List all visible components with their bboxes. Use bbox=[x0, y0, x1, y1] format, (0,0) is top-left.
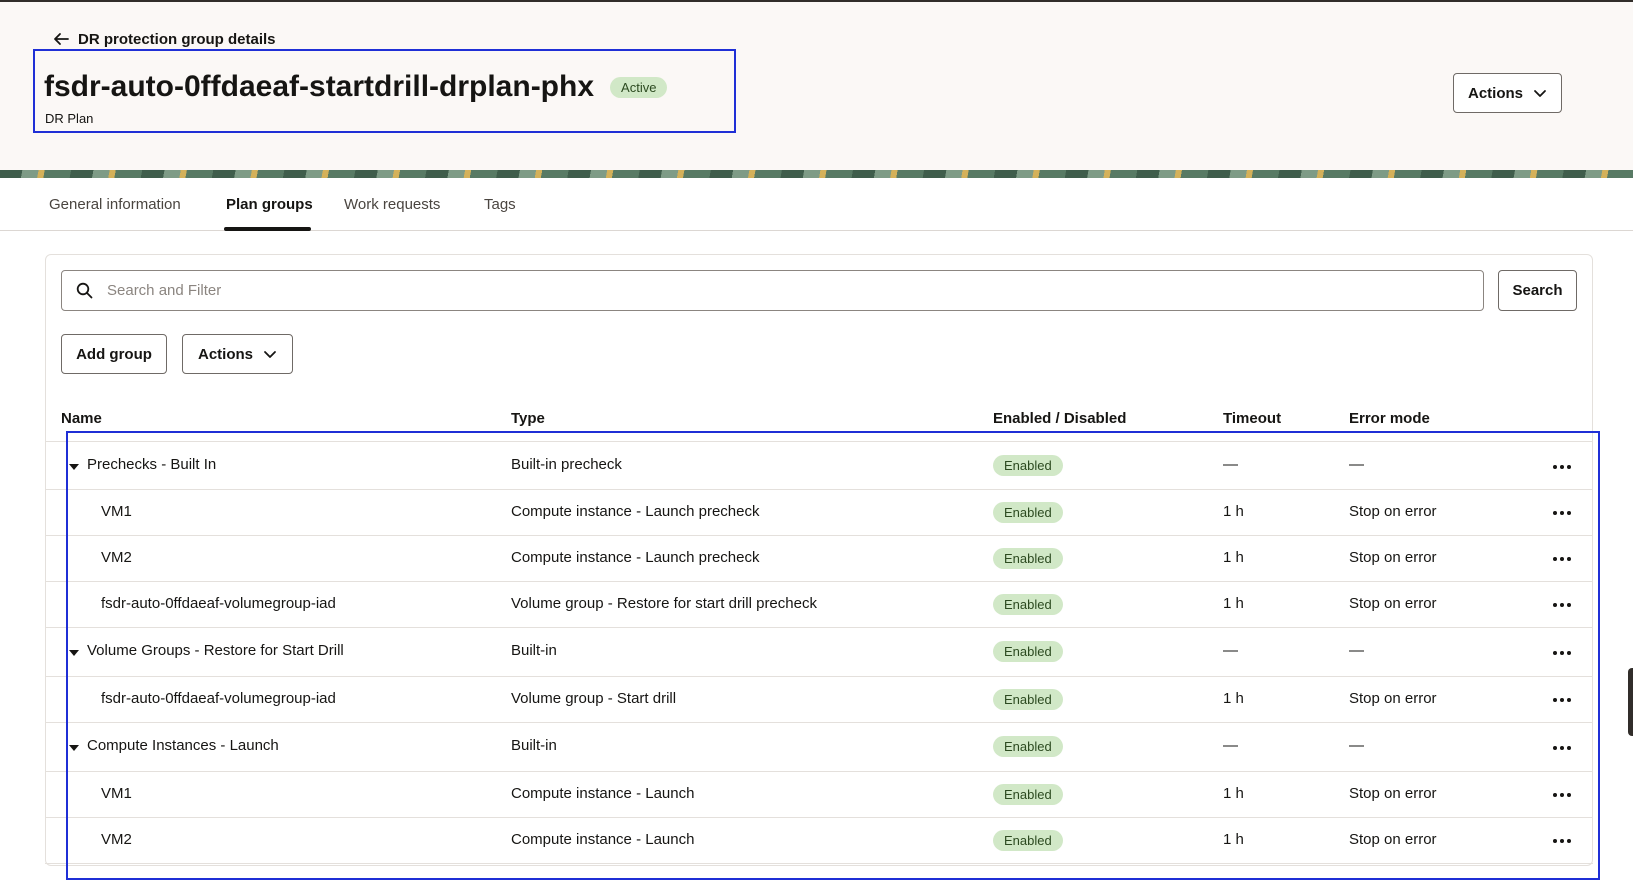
row-error-mode: — bbox=[1349, 737, 1364, 754]
column-header-timeout[interactable]: Timeout bbox=[1223, 410, 1281, 427]
table-row: Volume Groups - Restore for Start Drill … bbox=[45, 628, 1593, 677]
decorative-banner bbox=[0, 170, 1633, 178]
table-row: fsdr-auto-0ffdaeaf-volumegroup-iad Volum… bbox=[45, 582, 1593, 628]
row-name: fsdr-auto-0ffdaeaf-volumegroup-iad bbox=[101, 595, 336, 612]
row-type: Compute instance - Launch precheck bbox=[511, 503, 760, 520]
status-badge: Enabled bbox=[993, 784, 1063, 805]
row-timeout: — bbox=[1223, 642, 1238, 659]
table-row: VM2 Compute instance - Launch Enabled 1 … bbox=[45, 818, 1593, 864]
table-row: Prechecks - Built In Built-in precheck E… bbox=[45, 441, 1593, 490]
column-header-type[interactable]: Type bbox=[511, 410, 545, 427]
search-button[interactable]: Search bbox=[1498, 270, 1577, 311]
table-row: VM1 Compute instance - Launch Enabled 1 … bbox=[45, 772, 1593, 818]
row-timeout: 1 h bbox=[1223, 831, 1244, 848]
row-name: Volume Groups - Restore for Start Drill bbox=[87, 642, 344, 659]
row-error-mode: Stop on error bbox=[1349, 549, 1437, 566]
row-name: VM2 bbox=[101, 549, 132, 566]
active-tab-indicator bbox=[224, 227, 311, 231]
add-group-button[interactable]: Add group bbox=[61, 334, 167, 374]
search-field[interactable] bbox=[61, 270, 1484, 311]
tab-work-requests[interactable]: Work requests bbox=[344, 196, 440, 213]
status-badge: Enabled bbox=[993, 548, 1063, 569]
caret-down-icon[interactable] bbox=[69, 464, 79, 470]
row-type: Built-in precheck bbox=[511, 456, 622, 473]
more-horizontal-icon[interactable] bbox=[1549, 830, 1575, 852]
arrow-left-icon bbox=[54, 33, 69, 45]
more-horizontal-icon[interactable] bbox=[1549, 689, 1575, 711]
row-name: VM2 bbox=[101, 831, 132, 848]
row-name: fsdr-auto-0ffdaeaf-volumegroup-iad bbox=[101, 690, 336, 707]
row-error-mode: Stop on error bbox=[1349, 690, 1437, 707]
row-type: Volume group - Restore for start drill p… bbox=[511, 595, 817, 612]
status-badge: Active bbox=[610, 76, 668, 98]
row-type: Compute instance - Launch precheck bbox=[511, 549, 760, 566]
table-header: Name Type Enabled / Disabled Timeout Err… bbox=[61, 402, 1591, 432]
row-type: Compute instance - Launch bbox=[511, 831, 695, 848]
row-type: Built-in bbox=[511, 642, 557, 659]
back-link-label: DR protection group details bbox=[78, 30, 276, 48]
search-icon bbox=[76, 282, 93, 299]
tab-general-information[interactable]: General information bbox=[49, 196, 181, 213]
column-header-enabled[interactable]: Enabled / Disabled bbox=[993, 410, 1126, 427]
row-timeout: 1 h bbox=[1223, 503, 1244, 520]
row-timeout: — bbox=[1223, 456, 1238, 473]
more-horizontal-icon[interactable] bbox=[1549, 502, 1575, 524]
page-subtitle: DR Plan bbox=[45, 111, 94, 126]
column-header-name[interactable]: Name bbox=[61, 410, 102, 427]
status-badge: Enabled bbox=[993, 455, 1063, 476]
table-actions-button[interactable]: Actions bbox=[182, 334, 293, 374]
row-timeout: 1 h bbox=[1223, 549, 1244, 566]
row-error-mode: Stop on error bbox=[1349, 785, 1437, 802]
more-horizontal-icon[interactable] bbox=[1549, 594, 1575, 616]
row-name: VM1 bbox=[101, 503, 132, 520]
status-badge: Enabled bbox=[993, 689, 1063, 710]
table-actions-label: Actions bbox=[197, 345, 253, 363]
tab-plan-groups[interactable]: Plan groups bbox=[226, 196, 313, 213]
row-name: Compute Instances - Launch bbox=[87, 737, 279, 754]
row-error-mode: Stop on error bbox=[1349, 503, 1437, 520]
status-badge: Enabled bbox=[993, 641, 1063, 662]
title-row: fsdr-auto-0ffdaeaf-startdrill-drplan-phx… bbox=[44, 70, 668, 104]
row-timeout: 1 h bbox=[1223, 785, 1244, 802]
row-name: Prechecks - Built In bbox=[87, 456, 217, 473]
row-error-mode: — bbox=[1349, 456, 1364, 473]
row-timeout: — bbox=[1223, 737, 1238, 754]
row-type: Built-in bbox=[511, 737, 557, 754]
row-error-mode: Stop on error bbox=[1349, 595, 1437, 612]
row-error-mode: Stop on error bbox=[1349, 831, 1437, 848]
search-input[interactable] bbox=[107, 282, 1407, 299]
more-horizontal-icon[interactable] bbox=[1549, 456, 1575, 478]
more-horizontal-icon[interactable] bbox=[1549, 642, 1575, 664]
tab-tags[interactable]: Tags bbox=[484, 196, 516, 213]
more-horizontal-icon[interactable] bbox=[1549, 548, 1575, 570]
tab-bar: General information Plan groups Work req… bbox=[0, 178, 1633, 231]
header-actions-button[interactable]: Actions bbox=[1453, 73, 1562, 113]
caret-down-icon[interactable] bbox=[69, 745, 79, 751]
status-badge: Enabled bbox=[993, 594, 1063, 615]
header-actions-label: Actions bbox=[1467, 84, 1523, 102]
page-title: fsdr-auto-0ffdaeaf-startdrill-drplan-phx bbox=[44, 70, 595, 103]
more-horizontal-icon[interactable] bbox=[1549, 784, 1575, 806]
row-type: Volume group - Start drill bbox=[511, 690, 677, 707]
more-horizontal-icon[interactable] bbox=[1549, 737, 1575, 759]
caret-down-icon[interactable] bbox=[69, 650, 79, 656]
table-row: fsdr-auto-0ffdaeaf-volumegroup-iad Volum… bbox=[45, 677, 1593, 723]
status-badge: Enabled bbox=[993, 830, 1063, 851]
row-timeout: 1 h bbox=[1223, 595, 1244, 612]
side-panel-handle[interactable] bbox=[1628, 668, 1633, 736]
status-badge: Enabled bbox=[993, 502, 1063, 523]
back-link[interactable]: DR protection group details bbox=[52, 30, 276, 48]
table-row: VM1 Compute instance - Launch precheck E… bbox=[45, 490, 1593, 536]
chevron-down-icon bbox=[264, 351, 276, 358]
column-header-error-mode[interactable]: Error mode bbox=[1349, 410, 1430, 427]
table-row: VM2 Compute instance - Launch precheck E… bbox=[45, 536, 1593, 582]
table-row: Compute Instances - Launch Built-in Enab… bbox=[45, 723, 1593, 772]
row-error-mode: — bbox=[1349, 642, 1364, 659]
status-badge: Enabled bbox=[993, 736, 1063, 757]
row-timeout: 1 h bbox=[1223, 690, 1244, 707]
row-name: VM1 bbox=[101, 785, 132, 802]
row-type: Compute instance - Launch bbox=[511, 785, 695, 802]
chevron-down-icon bbox=[1534, 90, 1546, 97]
